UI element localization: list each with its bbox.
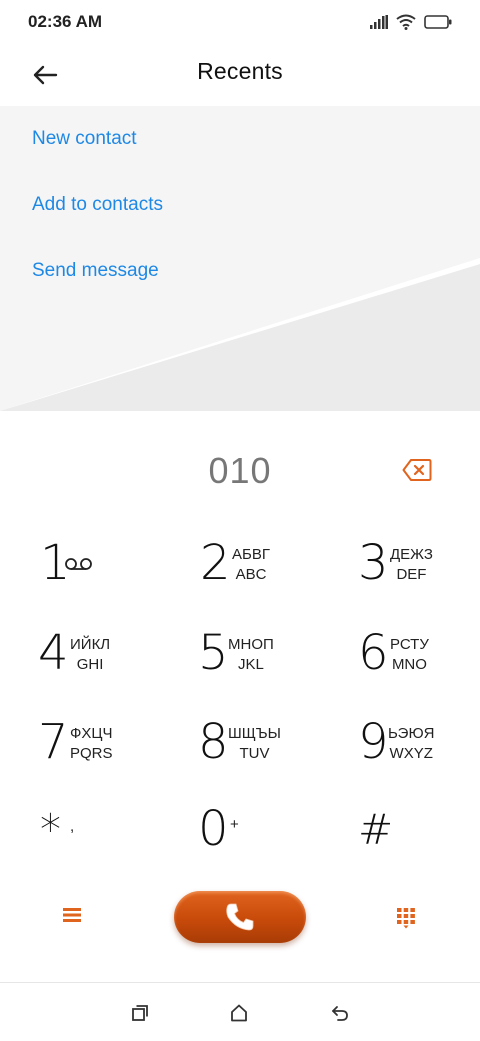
key-digit: 4 <box>38 625 69 681</box>
key-letters-cyrillic: ШЩЪЫ <box>228 725 281 742</box>
key-hash[interactable]: # <box>358 791 480 871</box>
key-digit: 5 <box>198 625 229 681</box>
add-to-contacts-option[interactable]: Add to contacts <box>32 194 163 216</box>
number-display-row: 010 <box>0 440 480 504</box>
phone-icon <box>226 903 254 931</box>
page-title: Recents <box>197 58 283 84</box>
key-digit: 3 <box>358 535 389 591</box>
back-icon[interactable] <box>330 1003 350 1023</box>
key-letters: АБВГ ABC <box>232 545 270 585</box>
key-letters-latin: TUV <box>239 745 270 762</box>
key-star[interactable]: * , <box>40 791 190 871</box>
key-letters-latin: MNO <box>391 656 427 673</box>
key-4[interactable]: 4 ИЙКЛ GHI <box>38 615 188 695</box>
key-letters-latin: ABC <box>235 566 267 583</box>
key-letters: ШЩЪЫ TUV <box>228 724 281 764</box>
key-letters: , <box>70 817 74 837</box>
status-time: 02:36 AM <box>28 12 103 31</box>
key-digit: 2 <box>200 535 231 591</box>
key-letters-latin: WXYZ <box>389 745 433 762</box>
key-pause-label: , <box>70 818 75 835</box>
key-letters-cyrillic: МНОП <box>228 636 274 653</box>
call-button[interactable] <box>174 891 306 943</box>
status-icons <box>370 14 452 30</box>
dialpad-icon[interactable] <box>396 907 416 929</box>
key-digit: 8 <box>198 714 229 770</box>
options-panel: New contact Add to contacts Send message <box>0 106 480 411</box>
panel-background <box>0 106 480 411</box>
header: Recents <box>0 44 480 106</box>
key-plus-label: + <box>230 816 239 833</box>
key-digit: 9 <box>358 714 389 770</box>
key-letters: ДЕЖЗ DEF <box>390 545 433 585</box>
key-letters: ФХЦЧ PQRS <box>70 724 113 764</box>
key-letters-cyrillic: ДЕЖЗ <box>390 546 433 563</box>
key-digit: 0 <box>198 801 229 857</box>
key-letters-cyrillic: ФХЦЧ <box>70 725 113 742</box>
recent-apps-icon[interactable] <box>130 1003 150 1023</box>
new-contact-option[interactable]: New contact <box>32 128 137 150</box>
key-letters-cyrillic: ИЙКЛ <box>70 636 111 653</box>
key-digit: # <box>358 805 394 854</box>
menu-icon[interactable] <box>62 907 82 923</box>
home-icon[interactable] <box>229 1003 249 1023</box>
key-letters-latin: DEF <box>396 566 427 583</box>
key-8[interactable]: 8 ШЩЪЫ TUV <box>198 704 348 784</box>
key-2[interactable]: 2 АБВГ ABC <box>200 525 350 605</box>
key-6[interactable]: 6 РСТУ MNO <box>358 615 480 695</box>
key-letters: ЬЭЮЯ WXYZ <box>388 724 434 764</box>
key-digit: * <box>40 805 61 854</box>
key-digit: 7 <box>38 714 69 770</box>
key-letters-latin: GHI <box>76 656 104 673</box>
key-digit: 6 <box>358 625 389 681</box>
bottom-actions <box>0 885 480 955</box>
key-letters-cyrillic: ЬЭЮЯ <box>388 725 435 742</box>
navigation-bar <box>0 982 480 1041</box>
wifi-icon <box>396 14 416 30</box>
key-7[interactable]: 7 ФХЦЧ PQRS <box>38 704 188 784</box>
backspace-icon[interactable] <box>402 458 432 482</box>
key-letters: РСТУ MNO <box>390 635 429 675</box>
key-letters-latin: JKL <box>237 656 264 673</box>
key-letters-latin: PQRS <box>70 745 113 762</box>
status-bar: 02:36 AM <box>0 0 480 44</box>
key-letters: МНОП JKL <box>228 635 274 675</box>
key-letters-cyrillic: АБВГ <box>232 546 270 563</box>
key-9[interactable]: 9 ЬЭЮЯ WXYZ <box>358 704 480 784</box>
send-message-option[interactable]: Send message <box>32 260 159 282</box>
voicemail-icon <box>65 558 92 570</box>
key-1[interactable]: 1 <box>40 525 190 605</box>
battery-icon <box>424 15 452 29</box>
signal-icon <box>370 15 388 29</box>
key-letters: ИЙКЛ GHI <box>70 635 110 675</box>
key-letters: + <box>230 815 239 835</box>
key-3[interactable]: 3 ДЕЖЗ DEF <box>358 525 480 605</box>
key-letters-cyrillic: РСТУ <box>390 636 429 653</box>
key-5[interactable]: 5 МНОП JKL <box>198 615 348 695</box>
key-0[interactable]: 0 + <box>198 791 348 871</box>
